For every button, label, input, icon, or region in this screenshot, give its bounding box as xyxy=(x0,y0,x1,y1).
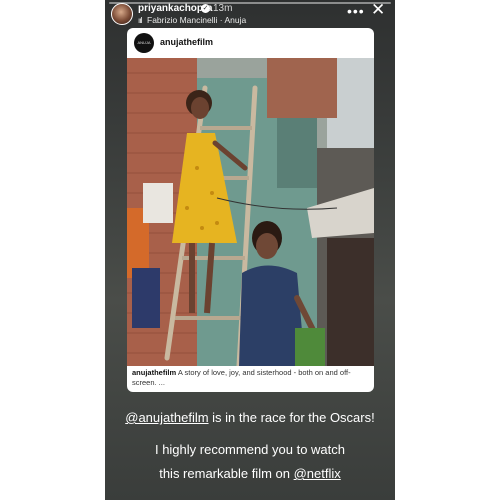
shared-post-username[interactable]: anujathefilm xyxy=(160,37,213,47)
more-options-icon[interactable]: ••• xyxy=(347,3,365,19)
story-timestamp: 13m xyxy=(213,3,233,14)
close-icon[interactable]: ✕ xyxy=(371,1,385,18)
story-header: priyankachopra ✓ 13m ııl Fabrizio Mancin… xyxy=(105,0,395,30)
overlay-text-line-1: @anujathefilm is in the race for the Osc… xyxy=(105,410,395,425)
caption-username[interactable]: anujathefilm xyxy=(132,368,176,377)
music-bars-icon: ııl xyxy=(138,16,142,25)
verified-badge-icon: ✓ xyxy=(201,4,210,13)
mention-netflix[interactable]: @netflix xyxy=(294,466,341,481)
overlay-text-1-rest: is in the race for the Oscars! xyxy=(208,410,375,425)
shared-post-photo xyxy=(127,58,374,366)
overlay-text-3-start: this remarkable film on xyxy=(159,466,294,481)
overlay-text-line-2: I highly recommend you to watch xyxy=(154,442,346,457)
shared-post-header: ANUJA anujathefilm xyxy=(127,28,374,58)
profile-avatar[interactable] xyxy=(111,3,133,25)
story-viewer: priyankachopra ✓ 13m ııl Fabrizio Mancin… xyxy=(105,0,395,500)
shared-post-card[interactable]: ANUJA anujathefilm anujathefilm A story … xyxy=(127,28,374,392)
overlay-text-line-3: this remarkable film on @netflix xyxy=(105,466,395,481)
music-label[interactable]: Fabrizio Mancinelli · Anuja xyxy=(147,15,246,25)
shared-post-avatar[interactable]: ANUJA xyxy=(134,33,154,53)
mention-anujathefilm[interactable]: @anujathefilm xyxy=(125,410,208,425)
shared-post-caption: anujathefilm A story of love, joy, and s… xyxy=(132,368,370,388)
